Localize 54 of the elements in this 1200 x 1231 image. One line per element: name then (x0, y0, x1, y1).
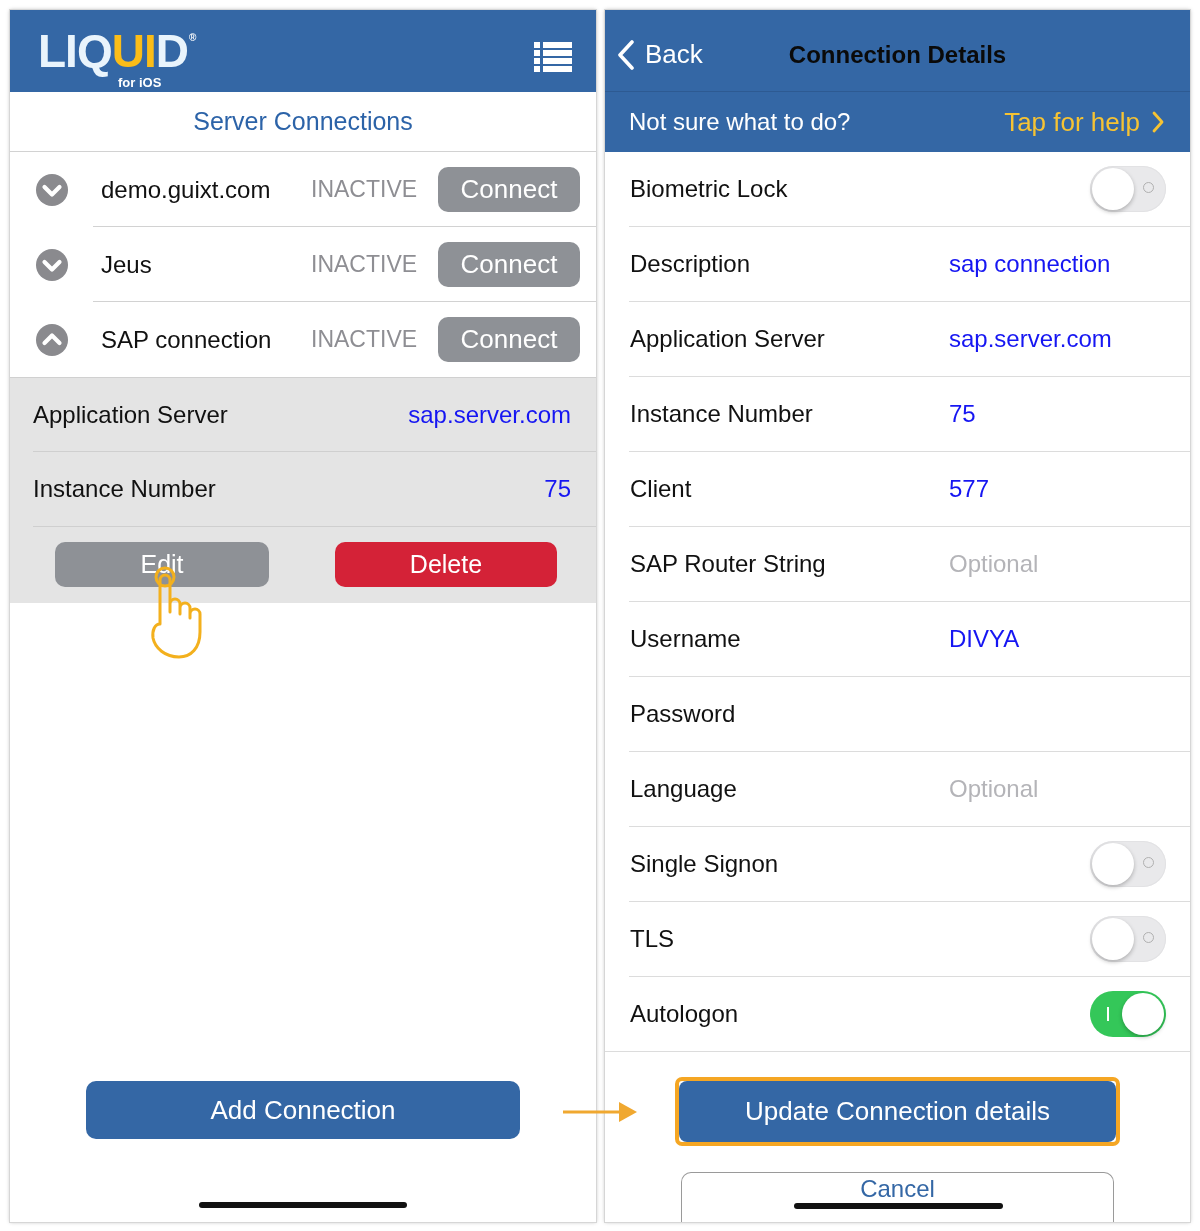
field-label: Username (630, 625, 742, 653)
field-label: Single Signon (630, 850, 780, 878)
field-label: Autologon (630, 1000, 740, 1028)
help-link[interactable]: Tap for help (1004, 106, 1164, 138)
chevron-down-icon[interactable] (36, 173, 68, 206)
text-field[interactable]: Optional (949, 773, 1159, 805)
update-button[interactable]: Update Connection details (679, 1081, 1116, 1142)
toggle-switch[interactable] (1090, 166, 1166, 212)
text-field[interactable]: 577 (949, 473, 1159, 505)
field-label: SAP Router String (630, 550, 827, 578)
toggle-switch[interactable] (1090, 916, 1166, 962)
connect-button[interactable]: Connect (438, 167, 580, 212)
field-label: Client (630, 475, 693, 503)
screen-title: Connection Details (788, 40, 1007, 69)
text-field[interactable]: sap.server.com (949, 323, 1159, 355)
connect-button[interactable]: Connect (438, 317, 580, 362)
back-chevron-icon (617, 39, 635, 70)
field-label: TLS (630, 925, 675, 953)
help-prompt: Not sure what to do? (629, 108, 851, 136)
text-field[interactable]: 75 (949, 398, 1159, 430)
detail-label: Instance Number (33, 475, 216, 503)
detail-value: 75 (544, 475, 571, 503)
screen-title: Server Connections (193, 107, 413, 136)
chevron-down-icon[interactable] (36, 248, 68, 281)
toggle-switch[interactable] (1090, 841, 1166, 887)
detail-value: sap.server.com (408, 400, 571, 429)
connect-button[interactable]: Connect (438, 242, 580, 287)
logo-tagline: for iOS (118, 76, 162, 90)
field-label: Application Server (630, 325, 826, 353)
field-label: Language (630, 775, 738, 803)
field-label: Instance Number (630, 400, 814, 428)
chevron-up-icon[interactable] (36, 323, 68, 356)
connection-status: INACTIVE (311, 251, 419, 278)
field-label: Biometric Lock (630, 175, 789, 203)
delete-button[interactable]: Delete (335, 542, 557, 587)
field-label: Password (630, 700, 737, 728)
menu-icon[interactable] (534, 42, 572, 72)
connection-name: demo.guixt.com (101, 175, 272, 204)
connection-name: SAP connection (101, 325, 273, 354)
text-field[interactable]: sap connection (949, 248, 1159, 280)
cancel-button[interactable]: Cancel (681, 1172, 1114, 1222)
connection-name: Jeus (101, 250, 153, 279)
add-connection-button[interactable]: Add Connection (86, 1081, 520, 1139)
back-button[interactable]: Back (605, 39, 703, 70)
field-label: Description (630, 250, 752, 278)
detail-label: Application Server (33, 400, 228, 429)
text-field[interactable]: Optional (949, 548, 1159, 580)
chevron-right-icon (1152, 111, 1164, 133)
toggle-switch[interactable] (1090, 991, 1166, 1037)
edit-button[interactable]: Edit (55, 542, 269, 587)
connection-status: INACTIVE (311, 326, 419, 353)
text-field[interactable]: DIVYA (949, 623, 1159, 655)
logo-wordmark: LIQUID® (38, 24, 198, 78)
connection-status: INACTIVE (311, 176, 419, 203)
